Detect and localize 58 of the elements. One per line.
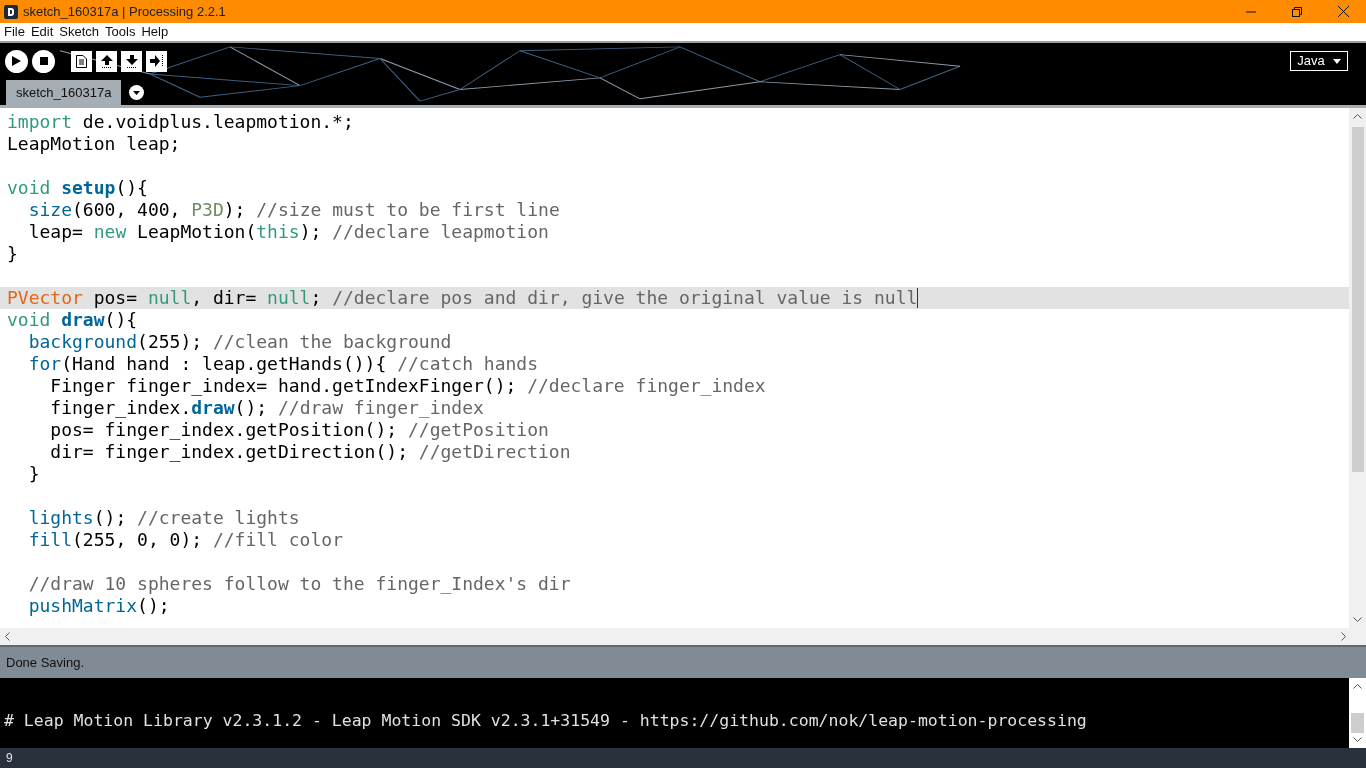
open-button[interactable] xyxy=(96,50,117,72)
caret-icon xyxy=(1332,58,1341,64)
window-title: sketch_160317a | Processing 2.2.1 xyxy=(23,2,226,21)
new-button[interactable] xyxy=(71,50,92,72)
mode-dropdown[interactable]: Java xyxy=(1290,51,1348,71)
code-line: lights(); //create lights xyxy=(27,507,301,529)
arrow-down-icon xyxy=(125,54,138,68)
restore-icon xyxy=(1292,6,1302,17)
horizontal-scrollbar[interactable] xyxy=(0,628,1366,645)
code-line: import de.voidplus.leapmotion.*; xyxy=(6,111,355,133)
caret-down-icon xyxy=(1353,617,1362,622)
code-line: leap= new LeapMotion(this); //declare leapmotion xyxy=(27,221,550,243)
status-message: Done Saving. xyxy=(6,653,85,672)
caret-right-icon xyxy=(1341,632,1346,641)
menu-item[interactable]: Sketch xyxy=(59,22,100,42)
code-line: void setup(){ xyxy=(6,177,149,199)
arrow-right-icon xyxy=(149,55,164,67)
code-line: for(Hand hand : leap.getHands()){ //catch hands xyxy=(27,353,540,375)
code-line: //draw 10 spheres follow to the finger_Index's dir xyxy=(27,573,572,595)
code-line: LeapMotion leap; xyxy=(6,133,182,155)
stop-icon xyxy=(39,57,48,65)
code-line: } xyxy=(6,243,19,265)
code-line: dir= finger_index.getDirection(); //getDirection xyxy=(49,441,572,463)
scroll-thumb[interactable] xyxy=(1351,127,1364,472)
code-line: pushMatrix(); xyxy=(27,595,171,617)
arrow-up-icon xyxy=(100,54,113,68)
document-icon xyxy=(76,54,87,68)
caret-icon xyxy=(133,90,141,95)
scroll-thumb[interactable] xyxy=(1351,713,1364,733)
tab-menu-button[interactable] xyxy=(129,85,145,100)
code-line: background(255); //clean the background xyxy=(27,331,453,353)
menu-item[interactable]: Edit xyxy=(30,22,54,42)
console-line: # Leap Motion Library v2.3.1.2 - Leap Motion SDK v2.3.1+31549 - https://github.com/nok/leap-motion-processing xyxy=(4,709,1088,732)
vertical-scrollbar[interactable] xyxy=(1349,108,1366,628)
export-button[interactable] xyxy=(146,50,167,72)
close-icon xyxy=(1337,6,1349,17)
run-button[interactable] xyxy=(5,49,28,73)
app-icon xyxy=(4,4,18,19)
code-line: finger_index.draw(); //draw finger_index xyxy=(49,397,485,419)
caret-up-icon xyxy=(1353,684,1362,689)
play-icon xyxy=(12,56,21,66)
line-number: 9 xyxy=(6,750,13,767)
caret-up-icon xyxy=(1353,114,1362,119)
console-scrollbar[interactable] xyxy=(1349,678,1366,748)
menu-item[interactable]: Tools xyxy=(105,22,136,42)
caret-left-icon xyxy=(5,632,10,641)
code-line: void draw(){ xyxy=(6,309,139,331)
menu-item[interactable]: Help xyxy=(141,22,169,42)
editor-tab[interactable]: sketch_160317a xyxy=(6,80,122,105)
code-line: fill(255, 0, 0); //fill color xyxy=(27,529,344,551)
code-line: size(600, 400, P3D); //size must to be first line xyxy=(27,199,561,221)
stop-button[interactable] xyxy=(32,49,55,73)
code-line: } xyxy=(27,463,41,485)
caret-down-icon xyxy=(1353,737,1362,742)
code-line: pos= finger_index.getPosition(); //getPosition xyxy=(49,419,550,441)
code-line: Finger finger_index= hand.getIndexFinger(); //declare finger_index xyxy=(49,375,767,397)
menu-item[interactable]: File xyxy=(4,22,25,42)
save-button[interactable] xyxy=(121,50,142,72)
